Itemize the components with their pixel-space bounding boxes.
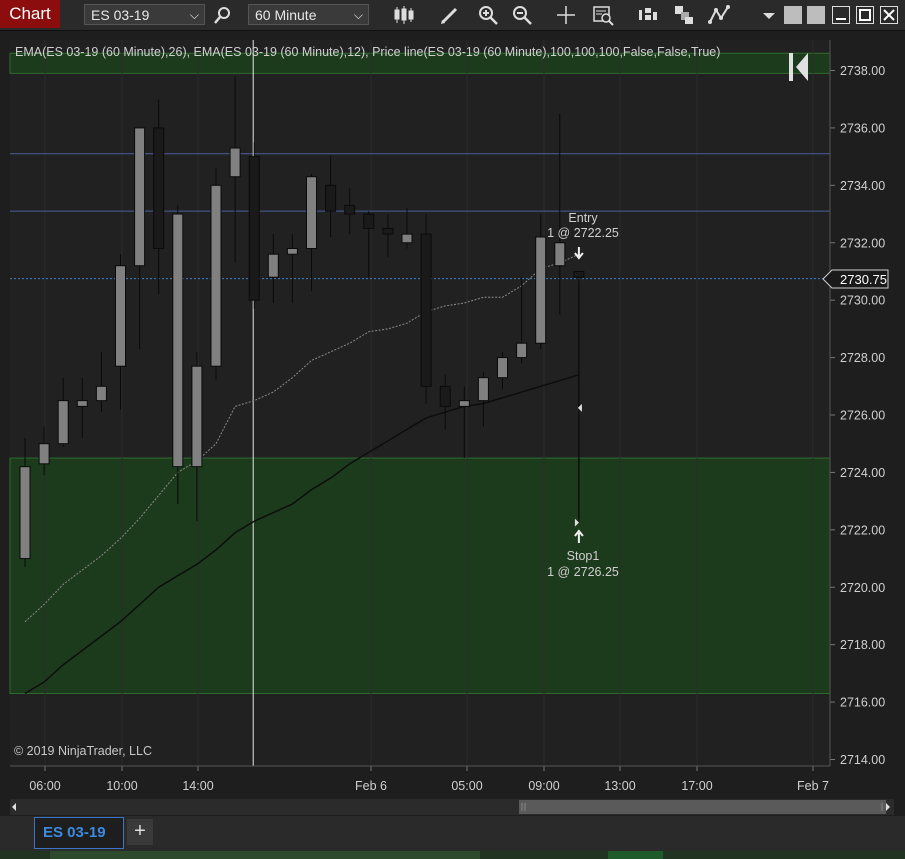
candle-body xyxy=(535,236,547,344)
candle-body xyxy=(516,342,528,359)
candle-body xyxy=(248,156,260,301)
price-tick-label: 2726.00 xyxy=(840,409,885,423)
price-tick-label: 2714.00 xyxy=(840,753,885,767)
price-tick-label: 2728.00 xyxy=(840,351,885,365)
candle xyxy=(210,168,222,381)
candle-body xyxy=(439,385,451,407)
time-tick-label: 14:00 xyxy=(182,779,213,793)
price-tick-label: 2718.00 xyxy=(840,638,885,652)
indicator-label: EMA(ES 03-19 (60 Minute),26), EMA(ES 03-… xyxy=(15,45,720,59)
entry-order-detail[interactable]: 1 @ 2722.25 xyxy=(547,226,619,240)
candle xyxy=(248,142,260,309)
time-tick-label: Feb 7 xyxy=(797,779,829,793)
time-tick-label: 05:00 xyxy=(451,779,482,793)
price-tick-label: 2722.00 xyxy=(840,523,885,537)
time-tick-label: Feb 6 xyxy=(355,779,387,793)
time-tick-label: 13:00 xyxy=(604,779,635,793)
candle-body xyxy=(344,204,356,215)
price-tick-label: 2716.00 xyxy=(840,696,885,710)
candle-body xyxy=(229,147,241,178)
candle xyxy=(172,205,184,504)
copyright-text: © 2019 NinjaTrader, LLC xyxy=(14,744,152,758)
candle-body xyxy=(420,233,432,387)
stop-order-label[interactable]: Stop1 xyxy=(567,549,600,563)
zone-0 xyxy=(9,457,831,694)
candle-body xyxy=(95,385,107,402)
current-price-value: 2730.75 xyxy=(840,272,887,287)
price-tick-label: 2720.00 xyxy=(840,581,885,595)
candle-body xyxy=(286,247,298,255)
price-tick-label: 2732.00 xyxy=(840,236,885,250)
candle-body xyxy=(363,213,375,229)
candle-body xyxy=(325,184,337,212)
candle-body xyxy=(19,466,31,560)
candle-body xyxy=(477,377,489,402)
horizontal-scrollbar[interactable] xyxy=(10,799,894,815)
candle-body xyxy=(306,176,317,249)
time-tick-label: 17:00 xyxy=(681,779,712,793)
candle-body xyxy=(210,184,222,367)
price-tick-label: 2734.00 xyxy=(840,179,885,193)
time-tick-label: 06:00 xyxy=(29,779,60,793)
candle-body xyxy=(134,127,146,267)
price-tick-label: 2738.00 xyxy=(840,64,885,78)
candle-body xyxy=(76,400,88,407)
candle-body xyxy=(267,253,279,278)
current-price-tag: 2730.75 xyxy=(822,269,889,289)
candle-body xyxy=(191,365,203,468)
price-chart[interactable]: 2738.00 2736.00 2734.00 2732.00 2730.00 2728.… xyxy=(0,0,905,816)
status-bar xyxy=(0,851,905,859)
candle-body xyxy=(458,400,470,407)
price-tick-label: 2730.00 xyxy=(840,294,885,308)
candle-body xyxy=(401,233,413,244)
stop-order-detail[interactable]: 1 @ 2726.25 xyxy=(547,565,619,579)
price-tick-label: 2736.00 xyxy=(840,121,885,135)
tab-es-03-19[interactable]: ES 03-19 xyxy=(34,817,124,849)
price-tick-label: 2724.00 xyxy=(840,466,885,480)
candle-body xyxy=(497,357,508,379)
candle-body xyxy=(573,270,585,278)
scroll-thumb xyxy=(519,800,886,814)
add-tab-button[interactable]: + xyxy=(127,819,153,845)
candle-body xyxy=(554,242,566,267)
candle-body xyxy=(172,213,184,468)
candle-body xyxy=(38,443,50,465)
time-tick-label: 09:00 xyxy=(528,779,559,793)
scroll-left-icon xyxy=(12,803,16,811)
scroll-right-icon xyxy=(886,803,890,811)
candle-body xyxy=(57,400,69,445)
candle-body xyxy=(382,227,394,235)
candle-body xyxy=(153,127,165,249)
candle-body xyxy=(115,265,126,367)
candle xyxy=(420,214,432,404)
time-tick-label: 10:00 xyxy=(106,779,137,793)
entry-order-label[interactable]: Entry xyxy=(568,211,598,225)
